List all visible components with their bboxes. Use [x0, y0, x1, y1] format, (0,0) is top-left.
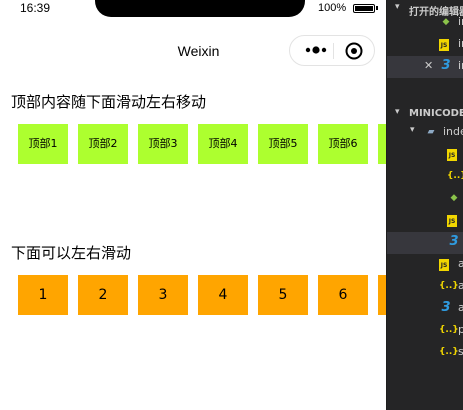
json-icon: {..}	[439, 281, 459, 291]
bottom-scroll-item[interactable]: 1	[18, 275, 68, 315]
bottom-scroll-row[interactable]: 1234567	[0, 275, 386, 315]
folder-open-icon: ▰	[427, 127, 435, 137]
top-scroll-item[interactable]: 顶部4	[198, 124, 248, 164]
js-icon: JS	[439, 39, 449, 51]
bottom-scroll-track: 1234567	[18, 275, 386, 315]
top-scroll-row[interactable]: 顶部1顶部2顶部3顶部4顶部5顶部6 顶部7	[0, 124, 386, 164]
top-scroll-item[interactable]: 顶部1	[18, 124, 68, 164]
bottom-scroll-item[interactable]: 6	[318, 275, 368, 315]
tree-item[interactable]: ◆index.wxml	[387, 188, 463, 210]
open-editor-label: index.js	[458, 37, 463, 50]
bottom-scroll-item[interactable]: 5	[258, 275, 308, 315]
tree-item[interactable]: 3index.wxss	[387, 232, 463, 254]
bottom-scroll-item[interactable]: 7	[378, 275, 386, 315]
status-bar: 16:39 100%	[0, 0, 386, 20]
tree-item[interactable]: JS app.js	[387, 254, 463, 276]
open-editor-label: index.wxss	[458, 59, 463, 72]
tree-item[interactable]: JSindex.js	[387, 144, 463, 166]
js-icon: JS	[447, 149, 457, 161]
close-miniprogram-icon[interactable]	[345, 42, 363, 60]
close-icon[interactable]: ✕	[424, 59, 433, 72]
tree-label: app.wxss	[458, 301, 463, 314]
open-editor-label: index.wxml	[458, 15, 463, 28]
more-icon[interactable]	[303, 42, 329, 58]
navigation-bar: Weixin	[0, 33, 386, 69]
top-scroll-track: 顶部1顶部2顶部3顶部4顶部5顶部6 顶部7	[18, 124, 386, 164]
tree-label: project.config.json	[458, 323, 463, 336]
top-scroll-item[interactable]: 顶部7	[378, 124, 386, 164]
bottom-scroll-item[interactable]: 2	[78, 275, 128, 315]
tree-label: app.json	[458, 279, 463, 292]
open-editor-item[interactable]: ◆ index.wxml	[387, 12, 463, 34]
chevron-down-icon: ▾	[395, 107, 400, 117]
top-scroll-item[interactable]: 顶部6	[318, 124, 368, 164]
tree-item[interactable]: {..}project.config.json	[387, 320, 463, 342]
tree-label: index	[443, 125, 463, 138]
open-editor-item[interactable]: JS index.js	[387, 34, 463, 56]
status-time: 16:39	[20, 1, 51, 15]
top-scroll-item[interactable]: 顶部5	[258, 124, 308, 164]
bottom-scroll-item[interactable]: 3	[138, 275, 188, 315]
section-title-top: 顶部内容随下面滑动左右移动	[11, 93, 207, 111]
wxml-icon: ◆	[450, 193, 458, 203]
css-icon: 3	[449, 234, 459, 249]
tree-label: sitemap.json	[458, 345, 463, 358]
tree-label: app.js	[458, 257, 463, 270]
menu-capsule[interactable]	[289, 35, 375, 66]
css-icon: 3	[441, 300, 451, 315]
js-icon: JS	[447, 215, 457, 227]
device-notch	[95, 0, 305, 17]
tree-item[interactable]: 3 app.wxss	[387, 298, 463, 320]
file-explorer: ▾ 打开的编辑器 ◆index.wxmlJSindex.js✕3index.wx…	[386, 0, 463, 410]
phone-simulator: 16:39 100% Weixin 顶部内容随下面滑动左右移动 顶部1 顶部2 顶部…	[0, 0, 386, 410]
bottom-scroll-item[interactable]: 4	[198, 275, 248, 315]
tree-item[interactable]: {..}sitemap.json	[387, 342, 463, 364]
section-title-bottom: 下面可以左右滑动	[11, 244, 132, 262]
json-icon: {..}	[439, 325, 459, 335]
css-icon: 3	[441, 58, 451, 73]
tree-item[interactable]: {..}index.json	[387, 166, 463, 188]
tree-item[interactable]: ▾ ▰ index	[387, 122, 463, 144]
tree-item[interactable]: {..}app.json	[387, 276, 463, 298]
chevron-down-icon: ▾	[410, 125, 415, 135]
battery-percentage: 100%	[318, 2, 347, 14]
chevron-down-icon: ▾	[395, 2, 400, 12]
top-scroll-item[interactable]: 顶部2	[78, 124, 128, 164]
wxml-icon: ◆	[442, 17, 450, 27]
json-icon: {..}	[447, 171, 463, 181]
json-icon: {..}	[439, 347, 459, 357]
battery-tip	[376, 6, 378, 10]
open-editor-item[interactable]: ✕ 3 index.wxss	[387, 56, 463, 78]
js-icon: JS	[439, 259, 449, 271]
tree-item[interactable]: JSindex.js	[387, 210, 463, 232]
top-scroll-item[interactable]: 顶部3	[138, 124, 188, 164]
capsule-divider	[333, 43, 334, 59]
battery-icon	[353, 4, 375, 13]
